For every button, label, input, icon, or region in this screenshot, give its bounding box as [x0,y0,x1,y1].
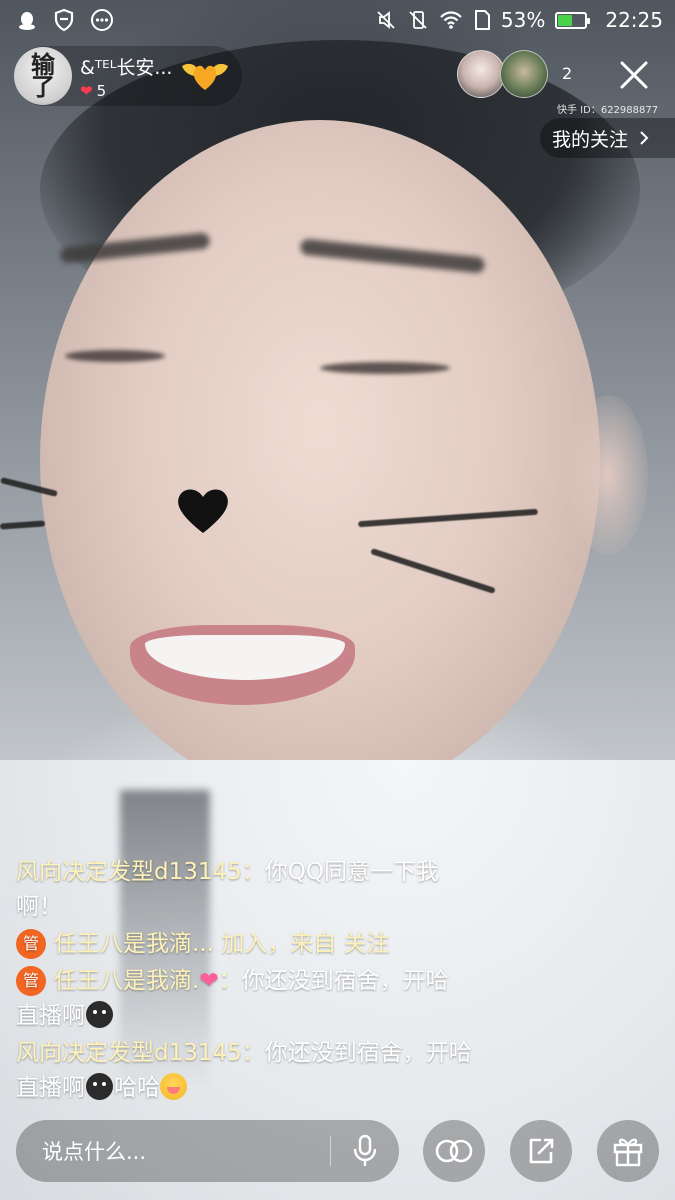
my-follow-button[interactable]: 我的关注 [540,118,675,158]
more-dots-icon [91,9,113,31]
admin-badge: 管 [16,929,46,959]
host-avatar[interactable]: 输 了 [14,47,72,105]
my-follow-label: 我的关注 [552,128,629,151]
viewer-avatar-1[interactable] [457,50,505,98]
battery-percent: 53% [500,8,546,32]
comment-input-placeholder[interactable]: 说点什么... [42,1136,330,1166]
viewer-count[interactable]: 2 [562,64,572,83]
comment-join-text: 加入，来自 关注 [213,931,390,957]
host-avatar-text-2: 了 [31,72,55,101]
like-heart-icon: ❤ [80,81,93,100]
host-name: &ᵀᴱᴸ长安... [80,56,173,79]
video-ear [568,395,648,555]
host-likes: ❤ 5 [80,82,172,100]
shield-icon [54,8,74,32]
link-button[interactable] [423,1120,485,1182]
vibrate-off-icon [409,11,427,29]
smirk-emoji-icon [86,1001,113,1028]
streamer-id: 快手 ID：622988877 [557,105,659,116]
comment-item: 风向决定发型d13145：你还没到宿舍，开哈 直播啊 哈哈 [16,1036,536,1106]
status-bar: 53% 22:25 [0,0,675,40]
mic-button[interactable] [331,1120,399,1182]
chevron-right-icon [640,131,649,145]
comment-user[interactable]: 风向决定发型d13145： [16,1040,265,1066]
mic-icon [353,1134,377,1166]
video-eye-right [320,362,450,374]
link-icon [435,1139,473,1163]
laugh-emoji-icon [160,1073,187,1100]
pink-heart-icon: ❤ [199,968,219,994]
comment-list: 风向决定发型d13145：你QQ同意一下我 啊！ 管任王八是我滴... 加入，来… [16,855,536,1108]
cat-whisker-left-2 [0,520,46,530]
status-time: 22:25 [605,8,663,32]
share-button[interactable] [510,1120,572,1182]
battery-icon [555,11,591,29]
comment-user[interactable]: 任王八是我滴. [54,968,199,994]
winged-heart-icon[interactable] [180,56,230,94]
comment-text: 啊！ [16,894,62,920]
cat-nose-heart-sticker [178,489,228,533]
comment-text: 你还没到宿舍，开哈 [241,968,449,994]
comment-text: 直播啊 [16,1075,85,1101]
video-eye-left [65,350,165,362]
comment-text: 哈哈 [114,1075,160,1101]
comment-text: 你还没到宿舍，开哈 [264,1040,472,1066]
comment-item: 风向决定发型d13145：你QQ同意一下我 啊！ [16,855,536,925]
video-face [40,120,600,800]
comment-user-suffix: ： [218,968,242,994]
comment-text: 直播啊 [16,1003,85,1029]
viewer-avatar-2[interactable] [500,50,548,98]
comment-item: 管任王八是我滴.❤：你还没到宿舍，开哈 直播啊 [16,964,536,1034]
admin-badge: 管 [16,966,46,996]
gift-button[interactable] [597,1120,659,1182]
close-icon[interactable] [612,53,656,97]
comment-text: 你QQ同意一下我 [264,859,439,885]
comment-input[interactable]: 说点什么... [16,1120,399,1182]
host-likes-count: 5 [96,81,107,100]
comment-item: 管任王八是我滴... 加入，来自 关注 [16,927,536,962]
sim-icon [474,10,490,30]
wifi-icon [440,11,462,29]
gift-icon [613,1138,643,1167]
battery-level-fill [558,14,573,26]
mute-icon [377,11,395,29]
share-icon [529,1138,554,1164]
comment-user[interactable]: 风向决定发型d13145： [16,859,265,885]
qq-icon [19,12,35,30]
smirk-emoji-icon [86,1073,113,1100]
comment-user[interactable]: 任王八是我滴... [54,931,214,957]
